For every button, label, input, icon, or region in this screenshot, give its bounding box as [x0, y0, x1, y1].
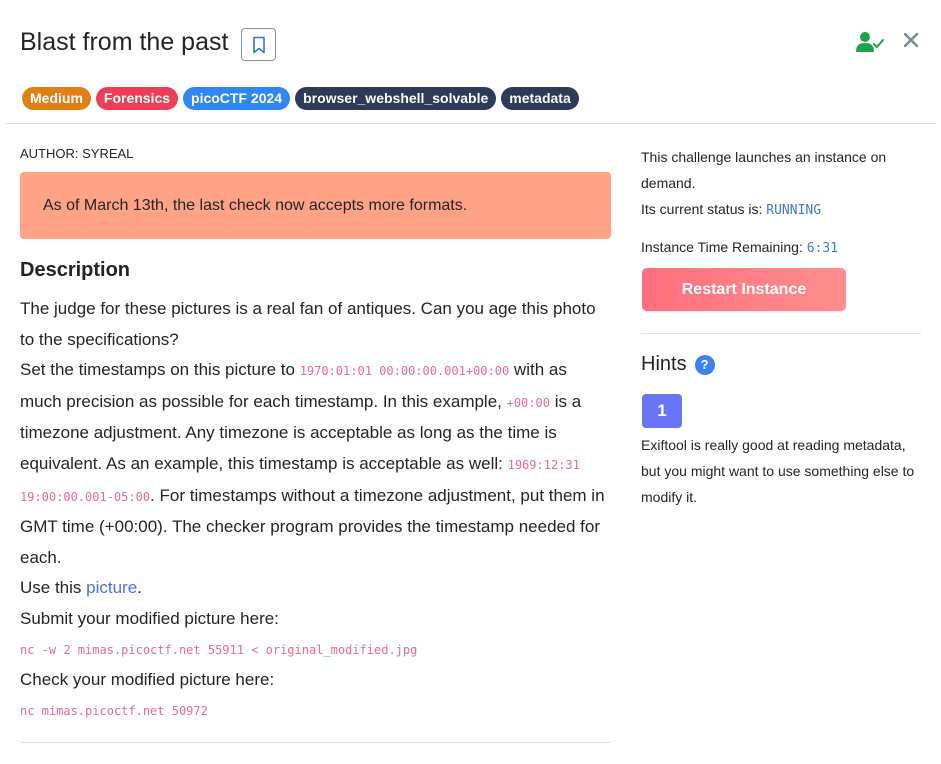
submit-command: nc -w 2 mimas.picoctf.net 55911 < origin…	[20, 642, 418, 657]
page-title: Blast from the past	[20, 28, 229, 56]
time-label: Instance Time Remaining:	[641, 239, 807, 255]
description-text: Use this	[20, 578, 87, 598]
picture-link[interactable]: picture	[86, 578, 137, 597]
description-paragraph: Set the timestamps on this picture to 19…	[20, 355, 611, 573]
tag-list: Medium Forensics picoCTF 2024 browser_we…	[22, 87, 579, 110]
check-label: Check your modified picture here:	[20, 670, 275, 690]
close-icon	[903, 32, 919, 48]
tag-event[interactable]: picoCTF 2024	[183, 87, 291, 110]
time-remaining: 6:31	[806, 241, 839, 256]
time-line: Instance Time Remaining: 6:31	[641, 234, 923, 262]
timestamp-code: 1970:01:01 00:00:00.001+00:00	[299, 364, 510, 379]
description-text: .	[137, 578, 142, 598]
check-command: nc mimas.picoctf.net 50972	[20, 703, 208, 718]
help-icon[interactable]: ?	[694, 354, 715, 375]
challenge-main: AUTHOR: SYREAL As of March 13th, the las…	[20, 144, 611, 726]
description-divider	[20, 742, 611, 743]
hints-heading: Hints	[641, 353, 687, 375]
announcement-text: As of March 13th, the last check now acc…	[43, 196, 468, 214]
author-label: AUTHOR: SYREAL	[20, 146, 134, 161]
launch-info: This challenge launches an instance on d…	[641, 149, 887, 191]
bookmark-button[interactable]	[241, 28, 276, 61]
status-line: Its current status is: RUNNING	[641, 196, 923, 224]
announcement-alert: As of March 13th, the last check now acc…	[20, 172, 611, 239]
user-check-icon	[856, 32, 884, 52]
close-button[interactable]	[899, 28, 923, 52]
bookmark-icon	[252, 36, 265, 53]
instance-panel: This challenge launches an instance on d…	[641, 144, 923, 505]
description-heading: Description	[20, 259, 131, 281]
description-paragraph: The judge for these pictures is a real f…	[20, 299, 596, 349]
tag-webshell[interactable]: browser_webshell_solvable	[295, 87, 497, 110]
side-divider	[641, 333, 921, 334]
description-text: Set the timestamps on this picture to	[20, 360, 300, 380]
challenge-header: Blast from the past Medium Forensics pic…	[0, 0, 941, 124]
restart-instance-button[interactable]: Restart Instance	[642, 268, 846, 311]
hint-1-button[interactable]: 1	[642, 394, 682, 428]
solved-user-button[interactable]	[855, 30, 885, 54]
hints-header: Hints ?	[641, 353, 715, 376]
header-divider	[5, 123, 936, 124]
tag-metadata[interactable]: metadata	[501, 87, 579, 110]
status-value: RUNNING	[766, 203, 822, 218]
tag-category[interactable]: Forensics	[95, 87, 179, 110]
hint-text: Exiftool is really good at reading metad…	[641, 437, 915, 505]
description-body: The judge for these pictures is a real f…	[20, 294, 611, 726]
timezone-code: +00:00	[506, 395, 550, 410]
status-label: Its current status is:	[641, 201, 767, 217]
tag-difficulty[interactable]: Medium	[22, 87, 91, 110]
description-paragraph: Use this picture.	[20, 573, 611, 604]
submit-label: Submit your modified picture here:	[20, 608, 279, 628]
